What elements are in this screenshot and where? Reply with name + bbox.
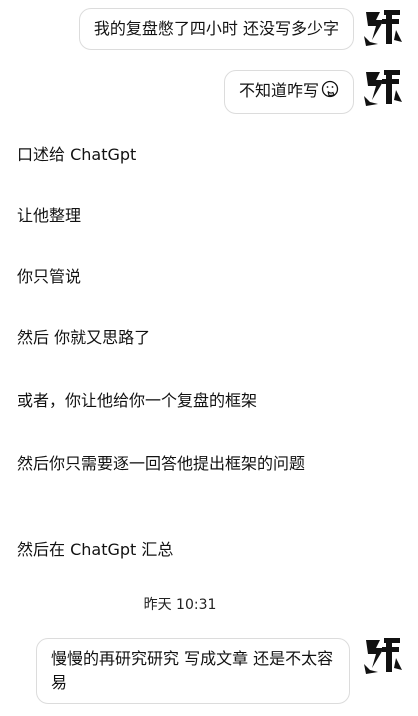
received-message[interactable]: 或者，你让他给你一个复盘的框架: [17, 389, 317, 413]
avatar-icon: [362, 634, 404, 676]
message-text: 慢慢的再研究研究 写成文章 还是不太容易: [51, 649, 334, 692]
avatar-icon: [362, 6, 404, 48]
message-text: 然后在 ChatGpt 汇总: [17, 540, 174, 559]
avatar[interactable]: [362, 66, 404, 108]
received-message[interactable]: 然后 你就又思路了: [17, 326, 317, 350]
message-timestamp: 昨天 10:31: [143, 597, 217, 613]
avatar[interactable]: [362, 6, 404, 48]
received-message[interactable]: 你只管说: [17, 265, 317, 289]
message-text: 不知道咋写: [238, 81, 319, 100]
message-text: 或者，你让他给你一个复盘的框架: [17, 391, 258, 410]
message-text: 然后你只需要逐一回答他提出框架的问题: [17, 454, 306, 473]
received-message[interactable]: 然后你只需要逐一回答他提出框架的问题: [17, 452, 327, 476]
message-text: 口述给 ChatGpt: [17, 145, 137, 164]
sent-message-bubble[interactable]: 我的复盘憋了四小时 还没写多少字: [78, 8, 354, 50]
avatar-icon: [362, 66, 404, 108]
message-text: 让他整理: [17, 206, 82, 225]
message-text: 我的复盘憋了四小时 还没写多少字: [93, 19, 339, 38]
received-message[interactable]: 口述给 ChatGpt: [17, 143, 317, 167]
sent-message-bubble[interactable]: 慢慢的再研究研究 写成文章 还是不太容易: [36, 638, 350, 704]
sent-message-bubble[interactable]: 不知道咋写: [223, 70, 354, 114]
avatar[interactable]: [362, 634, 404, 676]
face-with-hand-over-mouth-icon: [321, 80, 339, 105]
received-message[interactable]: 让他整理: [17, 204, 317, 228]
message-text: 然后 你就又思路了: [17, 328, 151, 347]
message-text: 你只管说: [17, 267, 82, 286]
received-message[interactable]: 然后在 ChatGpt 汇总: [17, 538, 317, 562]
